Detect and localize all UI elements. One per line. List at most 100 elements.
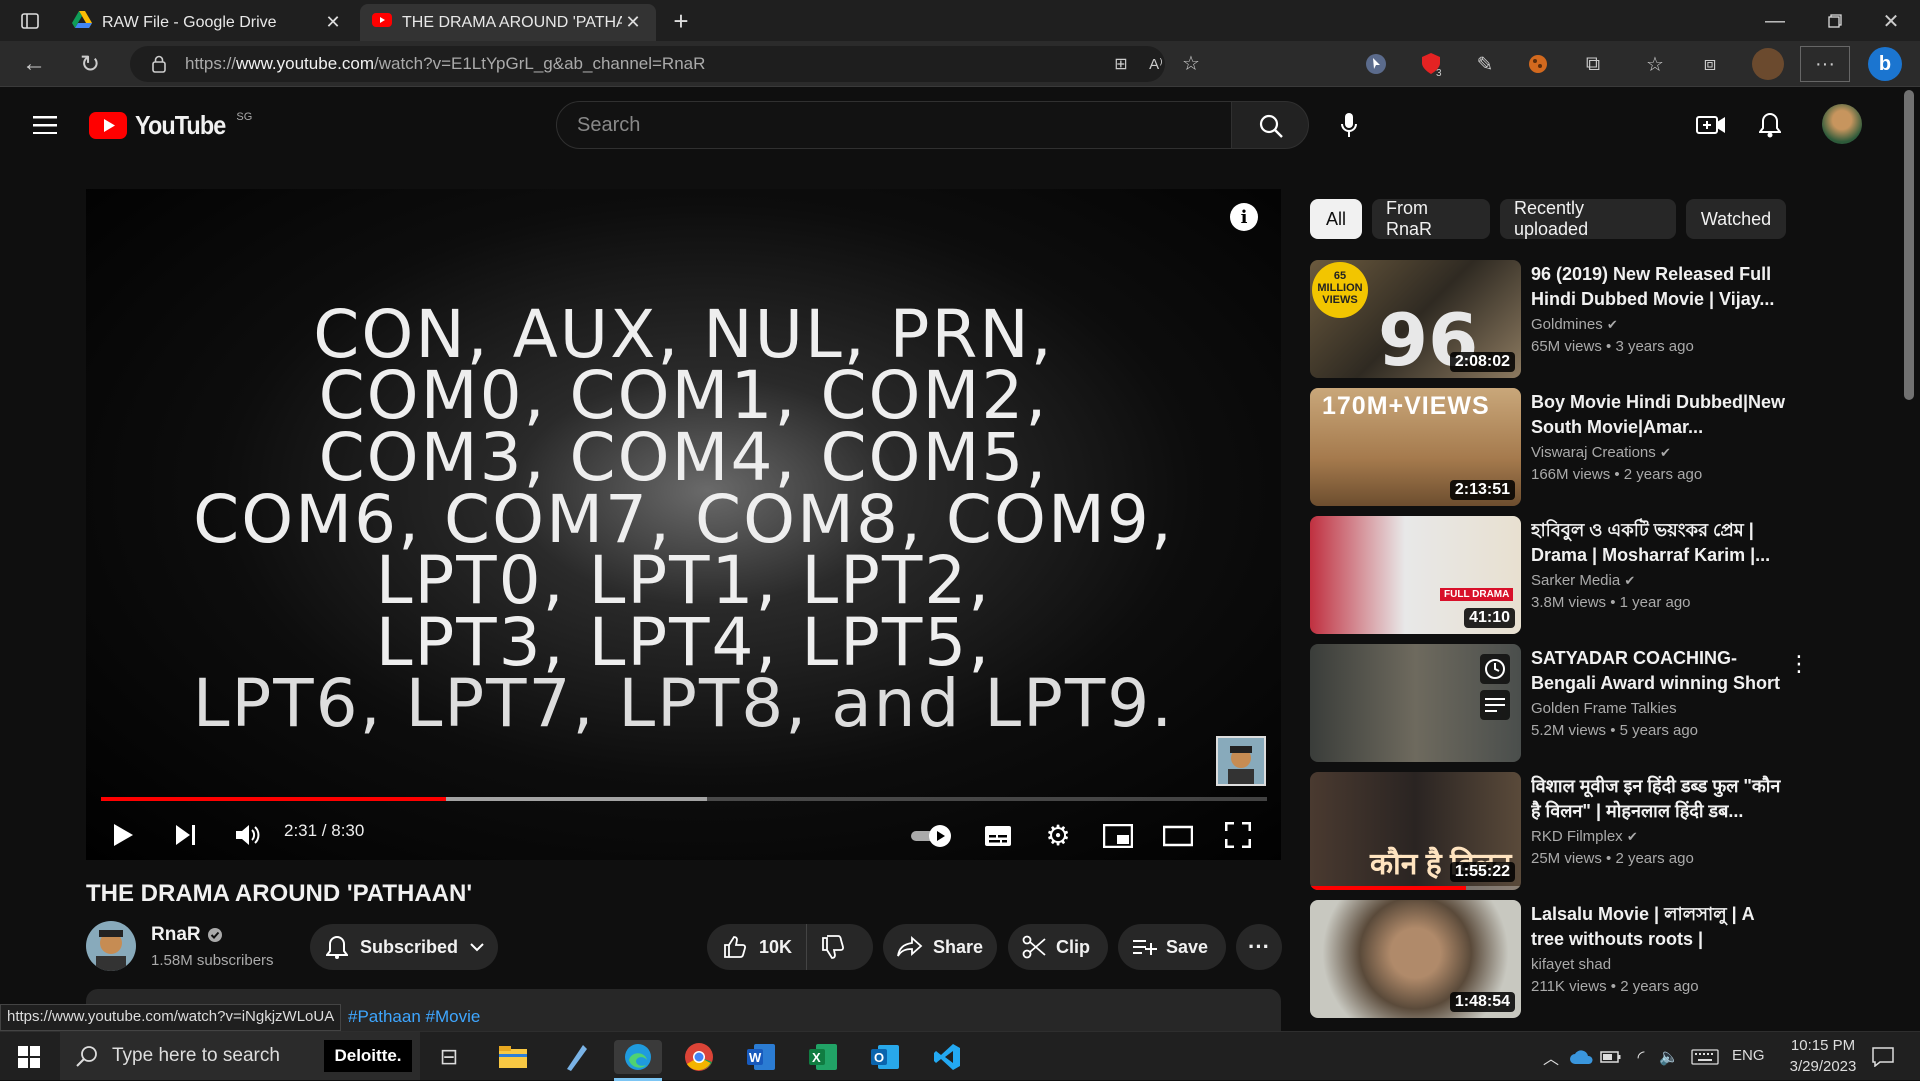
channel-name[interactable]: Goldmines ✔: [1531, 316, 1618, 333]
extensions-puzzle-icon[interactable]: ⧉: [1580, 51, 1606, 77]
extension-cookie-icon[interactable]: [1525, 51, 1551, 77]
recommendation-item[interactable]: कौन है विलन 1:55:22 विशाल मूवीज इन हिंदी…: [1310, 772, 1910, 890]
close-tab-icon[interactable]: ✕: [322, 12, 344, 33]
next-icon[interactable]: [172, 819, 200, 851]
extension-shield-icon[interactable]: 3: [1416, 49, 1446, 79]
read-aloud-icon[interactable]: A⁾: [1145, 54, 1167, 74]
tab-google-drive[interactable]: RAW File - Google Drive ✕: [60, 4, 356, 41]
recommendation-item[interactable]: 1:48:54 Lalsalu Movie | লালসালু | A tree…: [1310, 900, 1910, 1018]
favorites-icon[interactable]: ☆: [1642, 51, 1668, 77]
video-title[interactable]: Lalsalu Movie | লালসালু | A tree without…: [1531, 902, 1791, 952]
clock[interactable]: 10:15 PM 3/29/2023: [1768, 1035, 1878, 1077]
taskbar-search-box[interactable]: Type here to search Deloitte.: [60, 1032, 420, 1080]
notifications-bell-icon[interactable]: [1753, 108, 1787, 142]
vscode-app-icon[interactable]: [930, 1040, 964, 1074]
video-title[interactable]: হাবিবুল ও একটি ভয়ংকর প্রেম | Drama | Mo…: [1531, 518, 1791, 568]
channel-name[interactable]: RKD Filmplex ✔: [1531, 828, 1638, 845]
watch-later-icon[interactable]: [1480, 654, 1510, 684]
menu-icon[interactable]: [30, 110, 60, 140]
add-to-queue-icon[interactable]: [1480, 690, 1510, 720]
channel-name[interactable]: Golden Frame Talkies: [1531, 700, 1677, 717]
chip-watched[interactable]: Watched: [1686, 199, 1786, 239]
channel-avatar[interactable]: [86, 921, 136, 971]
notification-center-icon[interactable]: [1866, 1040, 1900, 1074]
miniplayer-icon[interactable]: [1102, 821, 1134, 851]
subscribed-button[interactable]: Subscribed: [310, 924, 498, 970]
chip-from-channel[interactable]: From RnaR: [1372, 198, 1490, 239]
save-button[interactable]: Save: [1118, 924, 1226, 970]
fullscreen-icon[interactable]: [1222, 819, 1254, 851]
more-actions-icon[interactable]: ···: [1236, 924, 1282, 970]
battery-icon[interactable]: [1594, 1040, 1628, 1074]
recommendation-item[interactable]: 65 MILLION VIEWS 96 2:08:02 96 (2019) New …: [1310, 260, 1910, 378]
theater-mode-icon[interactable]: [1162, 821, 1194, 851]
app-available-icon[interactable]: ⊞: [1110, 54, 1132, 74]
dislike-button[interactable]: [821, 935, 849, 959]
close-tab-icon[interactable]: ✕: [622, 12, 644, 33]
video-title[interactable]: 96 (2019) New Released Full Hindi Dubbed…: [1531, 262, 1791, 312]
extension-pen-icon[interactable]: ✎: [1472, 51, 1498, 77]
page-scrollbar[interactable]: [1904, 90, 1914, 400]
user-avatar[interactable]: [1822, 104, 1862, 144]
video-thumbnail[interactable]: 65 MILLION VIEWS 96 2:08:02: [1310, 260, 1521, 378]
channel-name[interactable]: Viswaraj Creations ✔: [1531, 444, 1671, 461]
volume-icon[interactable]: [232, 819, 264, 851]
keyboard-icon[interactable]: [1688, 1040, 1722, 1074]
show-hidden-icons-icon[interactable]: ︿: [1534, 1040, 1568, 1074]
restore-icon[interactable]: [1820, 6, 1850, 36]
back-icon[interactable]: ←: [18, 49, 50, 79]
tab-actions-icon[interactable]: [14, 8, 46, 34]
close-window-icon[interactable]: ✕: [1876, 6, 1906, 36]
video-thumbnail[interactable]: FULL DRAMA 41:10: [1310, 516, 1521, 634]
channel-name-link[interactable]: RnaR: [151, 924, 223, 946]
more-options-icon[interactable]: ⋮: [1788, 650, 1810, 678]
windows-start-icon[interactable]: [12, 1040, 46, 1074]
outlook-app-icon[interactable]: O: [868, 1040, 902, 1074]
collections-icon[interactable]: ⧈: [1697, 51, 1723, 77]
subtitles-icon[interactable]: [982, 821, 1014, 851]
info-icon[interactable]: i: [1230, 203, 1258, 231]
create-video-icon[interactable]: [1694, 108, 1728, 142]
video-player[interactable]: i CON, AUX, NUL, PRN, COM0, COM1, COM2, …: [86, 189, 1281, 860]
chrome-browser-icon[interactable]: [682, 1040, 716, 1074]
bing-copilot-icon[interactable]: b: [1868, 47, 1902, 81]
volume-tray-icon[interactable]: 🔈: [1652, 1040, 1686, 1074]
chip-recently-uploaded[interactable]: Recently uploaded: [1500, 198, 1676, 239]
language-indicator[interactable]: ENG: [1732, 1047, 1765, 1064]
channel-name[interactable]: kifayet shad: [1531, 956, 1611, 973]
word-app-icon[interactable]: W: [744, 1040, 778, 1074]
video-title[interactable]: विशाल मूवीज इन हिंदी डब्ड फुल "कौन है वि…: [1531, 774, 1791, 824]
task-view-icon[interactable]: ⊟: [432, 1040, 466, 1074]
tab-youtube[interactable]: THE DRAMA AROUND 'PATHAAN' ✕: [360, 4, 656, 41]
address-bar[interactable]: https://www.youtube.com/watch?v=E1LtYpGr…: [130, 46, 1200, 82]
refresh-icon[interactable]: ↻: [74, 49, 106, 79]
recommendation-item[interactable]: SATYADAR COACHING-Bengali Award winning …: [1310, 644, 1910, 762]
voice-search-icon[interactable]: [1325, 101, 1373, 149]
clip-button[interactable]: Clip: [1008, 924, 1108, 970]
extension-cursor-icon[interactable]: [1363, 51, 1389, 77]
autoplay-toggle-icon[interactable]: [910, 821, 954, 851]
favorite-add-icon[interactable]: ☆: [1180, 52, 1202, 75]
edge-browser-icon[interactable]: [614, 1040, 662, 1074]
channel-watermark[interactable]: [1216, 736, 1266, 786]
minimize-icon[interactable]: —: [1760, 6, 1790, 36]
share-button[interactable]: Share: [883, 924, 997, 970]
video-title[interactable]: Boy Movie Hindi Dubbed|New South Movie|A…: [1531, 390, 1791, 440]
new-tab-icon[interactable]: +: [666, 6, 696, 36]
play-icon[interactable]: [112, 819, 134, 851]
description-hashtags[interactable]: #Pathaan #Movie: [348, 1007, 480, 1027]
channel-name[interactable]: Sarker Media ✔: [1531, 572, 1635, 589]
onedrive-icon[interactable]: [1564, 1040, 1598, 1074]
settings-gear-icon[interactable]: ⚙: [1042, 819, 1074, 851]
video-thumbnail[interactable]: [1310, 644, 1521, 762]
video-thumbnail[interactable]: कौन है विलन 1:55:22: [1310, 772, 1521, 890]
search-input[interactable]: Search: [556, 101, 1232, 149]
search-button[interactable]: [1231, 101, 1309, 149]
profile-avatar-icon[interactable]: [1752, 48, 1784, 80]
progress-bar[interactable]: [101, 797, 1267, 801]
file-explorer-icon[interactable]: [496, 1040, 530, 1074]
chip-all[interactable]: All: [1310, 199, 1362, 239]
video-thumbnail[interactable]: 1:48:54: [1310, 900, 1521, 1018]
recommendation-item[interactable]: 170M+VIEWS 2:13:51 Boy Movie Hindi Dubbe…: [1310, 388, 1910, 506]
video-thumbnail[interactable]: 170M+VIEWS 2:13:51: [1310, 388, 1521, 506]
